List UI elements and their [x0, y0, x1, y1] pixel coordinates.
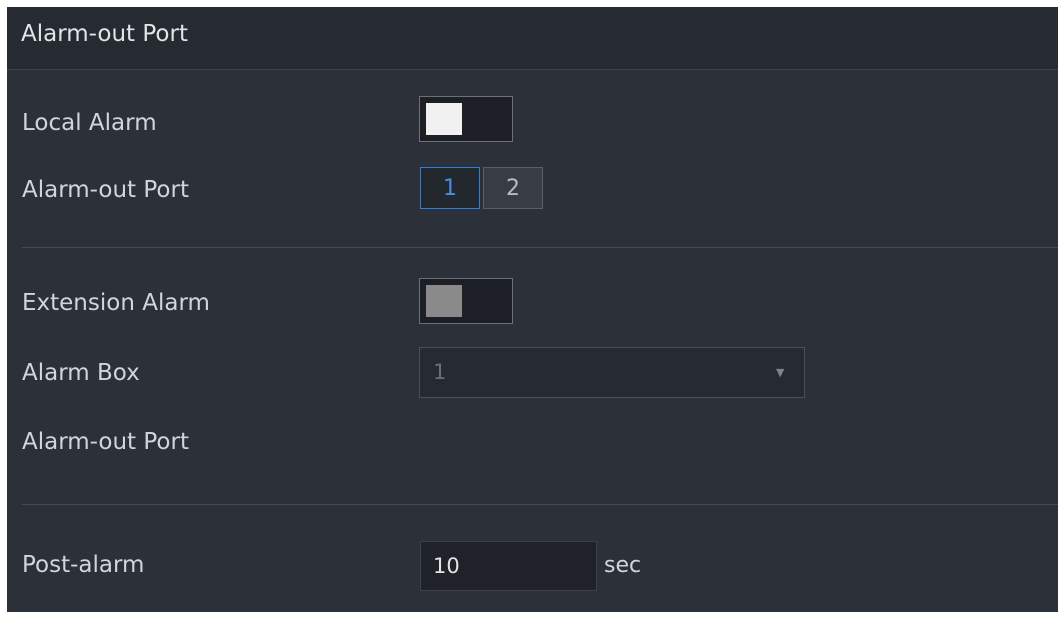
alarm-out-port-1-button[interactable]: 1	[420, 167, 480, 209]
toggle-knob	[426, 103, 462, 135]
port-2-label: 2	[506, 175, 520, 201]
post-alarm-label: Post-alarm	[22, 552, 145, 578]
section-title: Alarm-out Port	[21, 21, 188, 47]
toggle-knob	[426, 285, 462, 317]
extension-alarm-out-port-label: Alarm-out Port	[22, 429, 189, 455]
caret-down-icon: ▼	[776, 366, 785, 379]
local-alarm-out-port-label: Alarm-out Port	[22, 177, 189, 203]
post-alarm-unit-label: sec	[604, 553, 642, 578]
alarm-box-select[interactable]: 1 ▼	[419, 347, 805, 398]
extension-section-divider	[22, 504, 1058, 505]
local-alarm-label: Local Alarm	[22, 110, 157, 136]
alarm-box-label: Alarm Box	[22, 360, 140, 386]
section-header: Alarm-out Port	[7, 7, 1058, 69]
post-alarm-input[interactable]	[420, 541, 597, 591]
alarm-box-value: 1	[433, 360, 447, 384]
extension-alarm-label: Extension Alarm	[22, 290, 210, 316]
alarm-out-port-2-button[interactable]: 2	[483, 167, 543, 209]
alarm-out-settings-panel: Alarm-out Port Local Alarm Alarm-out Por…	[7, 7, 1058, 612]
local-section-divider	[22, 247, 1058, 248]
extension-alarm-toggle[interactable]	[419, 278, 513, 324]
port-1-label: 1	[443, 175, 457, 201]
header-divider	[7, 69, 1058, 70]
local-alarm-toggle[interactable]	[419, 96, 513, 142]
